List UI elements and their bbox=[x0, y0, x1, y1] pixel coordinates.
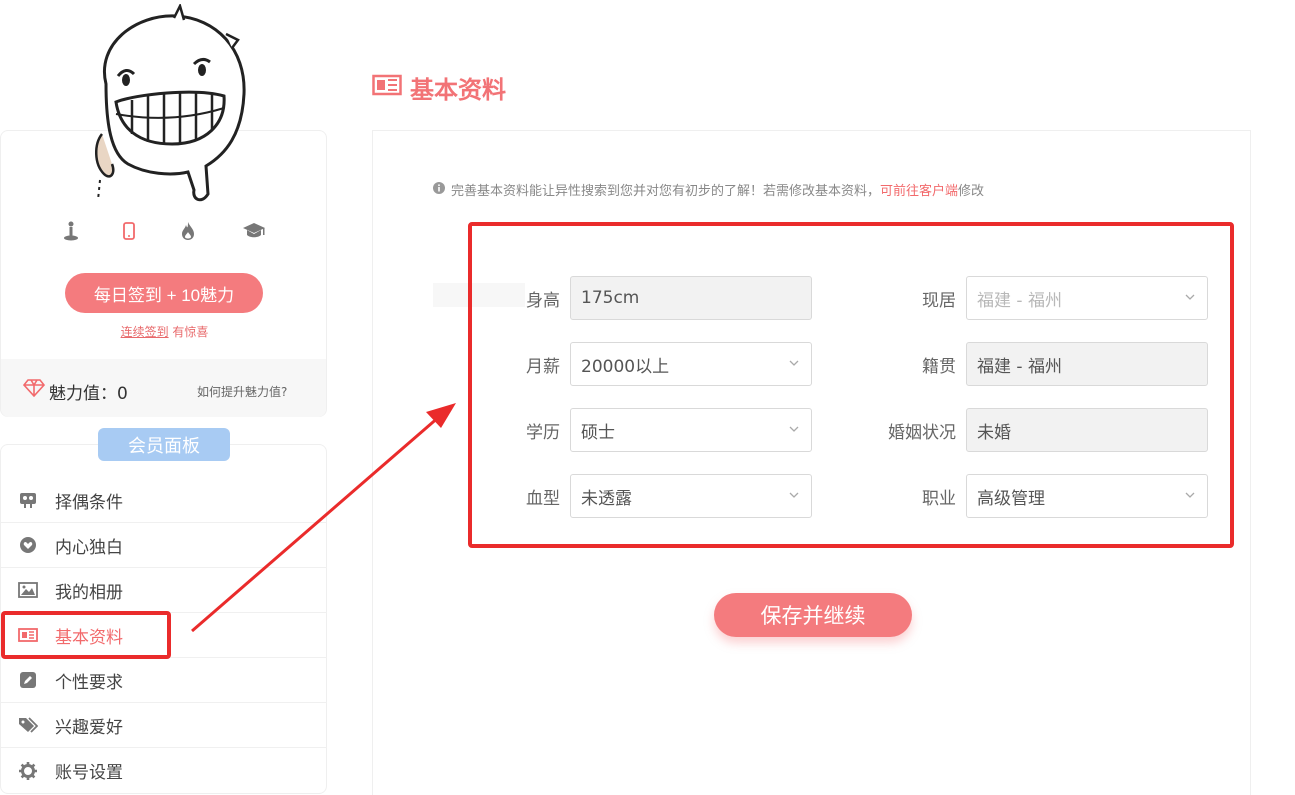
page-title: 基本资料 bbox=[372, 70, 506, 104]
tags-icon bbox=[18, 715, 38, 735]
menu-label: 我的相册 bbox=[55, 582, 123, 603]
menu-highlight-box bbox=[1, 611, 171, 659]
menu-item-inner-monologue[interactable]: 内心独白 bbox=[1, 523, 327, 568]
fire-icon[interactable] bbox=[176, 219, 200, 243]
charm-bar: 魅力值：0 如何提升魅力值? bbox=[1, 359, 326, 417]
streak-hint: 连续签到 有惊喜 bbox=[1, 323, 328, 340]
client-link[interactable]: 可前往客户端 bbox=[880, 180, 958, 199]
profile-icons bbox=[1, 219, 328, 243]
menu-item-personality[interactable]: 个性要求 bbox=[1, 658, 327, 703]
phone-icon[interactable] bbox=[117, 219, 141, 243]
graduation-cap-icon[interactable] bbox=[242, 219, 266, 243]
form-highlight-box bbox=[468, 222, 1234, 548]
gear-icon bbox=[18, 761, 38, 781]
menu-label: 兴趣爱好 bbox=[55, 717, 123, 738]
notice-text: 完善基本资料能让异性搜索到您并对您有初步的了解！若需修改基本资料， bbox=[451, 184, 881, 199]
info-notice: 完善基本资料能让异性搜索到您并对您有初步的了解！若需修改基本资料， 可前往客户端… bbox=[433, 180, 984, 199]
notice-suffix: 修改 bbox=[958, 184, 985, 199]
streak-suffix: 有惊喜 bbox=[168, 325, 209, 339]
daily-checkin-button[interactable]: 每日签到 + 10魅力 bbox=[65, 273, 263, 313]
newspaper-icon bbox=[372, 74, 402, 100]
info-icon bbox=[433, 181, 445, 198]
charm-help-link[interactable]: 如何提升魅力值? bbox=[197, 383, 287, 400]
member-panel-title: 会员面板 bbox=[98, 428, 230, 461]
menu-label: 账号设置 bbox=[55, 763, 123, 783]
charm-value: 魅力值：0 bbox=[49, 384, 128, 404]
page-title-text: 基本资料 bbox=[410, 75, 506, 104]
heart-icon bbox=[18, 535, 38, 555]
menu-item-hobbies[interactable]: 兴趣爱好 bbox=[1, 703, 327, 748]
edit-icon bbox=[18, 670, 38, 690]
menu-label: 个性要求 bbox=[55, 672, 123, 693]
menu-label: 内心独白 bbox=[55, 537, 123, 558]
image-icon bbox=[18, 580, 38, 600]
diamond-icon bbox=[22, 379, 46, 401]
avatar bbox=[95, 4, 246, 202]
save-continue-button[interactable]: 保存并继续 bbox=[714, 593, 912, 637]
menu-item-account-settings[interactable]: 账号设置 bbox=[1, 748, 327, 793]
menu-item-partner-criteria[interactable]: 择偶条件 bbox=[1, 478, 327, 523]
partner-icon bbox=[18, 490, 38, 510]
streak-link[interactable]: 连续签到 bbox=[121, 325, 169, 339]
location-icon[interactable] bbox=[59, 219, 83, 243]
menu-label: 择偶条件 bbox=[55, 492, 123, 513]
menu-item-my-album[interactable]: 我的相册 bbox=[1, 568, 327, 613]
